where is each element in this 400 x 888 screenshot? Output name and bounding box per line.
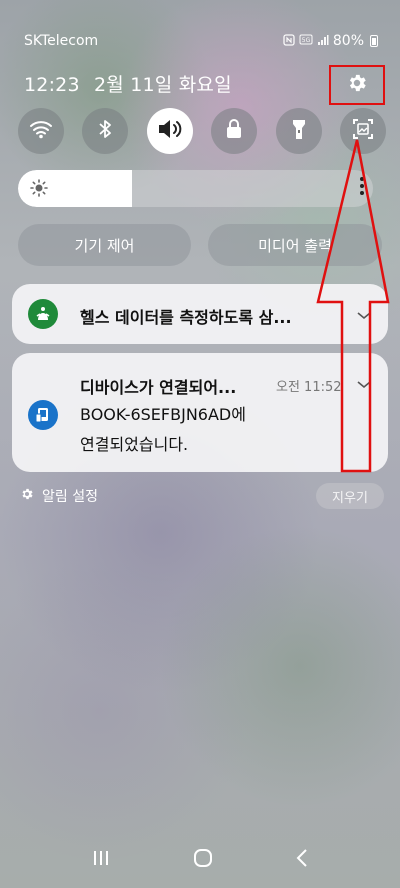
health-icon [28, 299, 58, 329]
wifi-toggle[interactable] [18, 108, 64, 154]
screen-capture-toggle[interactable] [339, 108, 386, 154]
more-options-icon[interactable] [356, 175, 368, 203]
navigation-bar [0, 832, 400, 888]
signal-icon [317, 34, 329, 49]
device-icon [28, 400, 58, 430]
date[interactable]: 2월 11일 화요일 [94, 74, 232, 96]
battery-icon [370, 35, 378, 47]
notification-settings-label: 알림 설정 [42, 489, 98, 505]
home-icon[interactable] [193, 848, 213, 872]
media-output-label: 미디어 출력 [258, 236, 332, 255]
notification-card[interactable]: 디바이스가 연결되어... 오전 11:52 BOOK-6SEFBJN6AD에 … [12, 353, 388, 472]
notification-body-line1: BOOK-6SEFBJN6AD에 [80, 405, 246, 424]
battery-percent: 80% [332, 33, 364, 49]
chevron-down-icon[interactable] [356, 375, 372, 394]
screen-capture-icon [351, 117, 375, 145]
notification-card[interactable]: 헬스 데이터를 측정하도록 삼... [12, 284, 388, 344]
media-output-button[interactable]: 미디어 출력 [208, 224, 382, 266]
clear-all-label: 지우기 [332, 490, 368, 506]
rotation-lock-toggle[interactable] [211, 108, 258, 154]
clock[interactable]: 12:23 [24, 74, 80, 96]
carrier-label: SKTelecom [24, 33, 99, 49]
notification-title: 헬스 데이터를 측정하도록 삼... [80, 308, 292, 327]
clear-all-button[interactable]: 지우기 [316, 483, 384, 509]
recents-icon[interactable] [91, 849, 111, 871]
lock-icon [225, 118, 243, 144]
sun-icon [30, 179, 48, 201]
device-control-label: 기기 제어 [74, 236, 135, 255]
notification-title: 디바이스가 연결되어... [80, 378, 237, 397]
notification-time: 오전 11:52 [276, 380, 342, 395]
flashlight-toggle[interactable] [275, 108, 322, 154]
settings-button[interactable] [329, 65, 385, 105]
status-bar: SKTelecom 5G 80% [24, 30, 378, 52]
quick-settings-row [18, 108, 386, 154]
flashlight-icon [291, 117, 307, 145]
wifi-icon [29, 119, 53, 143]
chevron-down-icon[interactable] [356, 306, 372, 325]
notification-body-line2: 연결되었습니다. [80, 435, 189, 454]
bluetooth-toggle[interactable] [82, 108, 129, 154]
sound-toggle[interactable] [146, 108, 193, 154]
bluetooth-icon [97, 118, 113, 144]
device-control-button[interactable]: 기기 제어 [18, 224, 191, 266]
nfc-icon [283, 33, 295, 49]
clock-date-row: 12:23 2월 11일 화요일 [24, 70, 240, 97]
speaker-icon [156, 117, 184, 145]
notification-settings-button[interactable]: 알림 설정 [20, 486, 98, 506]
gear-icon [20, 487, 34, 505]
gear-icon [346, 72, 368, 98]
back-icon[interactable] [295, 848, 309, 872]
brightness-slider[interactable] [18, 170, 373, 207]
svg-text:5G: 5G [302, 37, 311, 44]
5g-icon: 5G [299, 34, 313, 49]
